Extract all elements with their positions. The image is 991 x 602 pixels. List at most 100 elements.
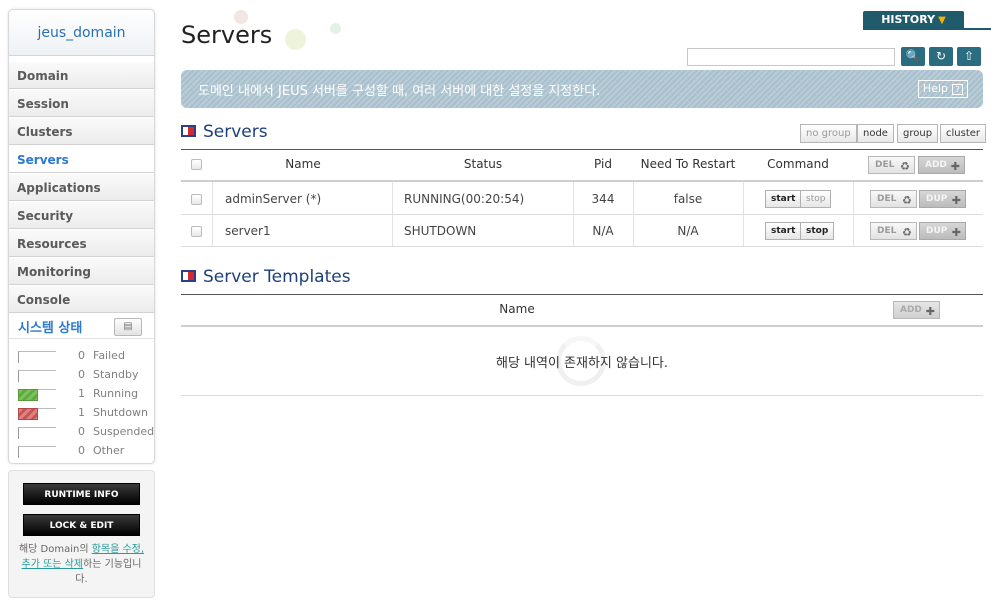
server-status: RUNNING(00:20:54)	[404, 192, 525, 206]
filter-cluster-button[interactable]: cluster	[940, 124, 987, 143]
status-row-shutdown: 1 Shutdown	[18, 406, 154, 425]
table-header-divider	[181, 325, 983, 327]
status-bar-shutdown	[18, 408, 56, 420]
row-del-button[interactable]: DEL ♻	[870, 190, 917, 208]
filter-group-button[interactable]: group	[897, 124, 939, 143]
status-bar-running	[18, 389, 56, 401]
sidebar-item-clusters[interactable]: Clusters	[9, 117, 154, 145]
column-header-restart: Need To Restart	[640, 157, 736, 171]
decorative-bubble	[330, 23, 341, 34]
del-label: DEL	[875, 160, 895, 170]
filter-no-group-button[interactable]: no group	[800, 124, 857, 143]
dup-label: DUP	[926, 226, 948, 236]
status-label: Standby	[93, 368, 139, 381]
column-divider	[212, 182, 213, 246]
stop-button[interactable]: stop	[800, 190, 832, 208]
row-divider	[181, 214, 983, 215]
status-label: Shutdown	[93, 406, 148, 419]
status-bar	[18, 427, 56, 439]
status-count: 0	[78, 368, 85, 381]
status-label: Suspended	[93, 425, 155, 438]
lock-edit-help: 해당 Domain의 항목을 수정, 추가 또는 삭제하는 기능입니다.	[9, 542, 154, 587]
server-name[interactable]: server1	[225, 224, 271, 238]
filter-node-button[interactable]: node	[857, 124, 894, 143]
sidebar-item-resources[interactable]: Resources	[9, 229, 154, 257]
stop-button[interactable]: stop	[800, 222, 835, 240]
sidebar-item-security[interactable]: Security	[9, 201, 154, 229]
server-status: SHUTDOWN	[404, 224, 477, 238]
table-top-border	[181, 149, 983, 150]
sidebar-actions: RUNTIME INFO LOCK & EDIT 해당 Domain의 항목을 …	[8, 470, 155, 598]
runtime-info-button[interactable]: RUNTIME INFO	[23, 483, 140, 505]
sidebar-item-domain[interactable]: Domain	[9, 61, 154, 89]
history-divider	[863, 28, 991, 30]
row-checkbox[interactable]	[191, 194, 202, 205]
select-all-checkbox[interactable]	[191, 159, 202, 170]
row-divider	[181, 246, 983, 247]
start-button[interactable]: start	[765, 222, 802, 240]
row-del-button[interactable]: DEL ♻	[870, 222, 917, 240]
sidebar-item-applications[interactable]: Applications	[9, 173, 154, 201]
header-add-button[interactable]: ADD ✚	[918, 156, 965, 174]
sidebar-item-servers[interactable]: Servers	[9, 145, 154, 173]
server-need-restart: N/A	[677, 224, 699, 238]
status-label: Failed	[93, 349, 125, 362]
header-del-button[interactable]: DEL ♻	[868, 156, 915, 174]
system-status-title: 시스템 상태	[18, 321, 83, 336]
start-button[interactable]: start	[765, 190, 802, 208]
sidebar-item-console[interactable]: Console	[9, 285, 154, 313]
column-divider	[853, 182, 854, 246]
plus-icon: ✚	[951, 194, 961, 207]
help-text-suffix: 하는 기능입니다.	[75, 559, 142, 585]
row-dup-button[interactable]: DUP ✚	[919, 222, 966, 240]
sidebar-item-session[interactable]: Session	[9, 89, 154, 117]
server-name[interactable]: adminServer (*)	[225, 192, 321, 206]
export-icon[interactable]: ⇧	[957, 47, 981, 66]
status-row-other: 0 Other	[18, 444, 154, 463]
status-label: Other	[93, 444, 125, 457]
column-header-pid: Pid	[594, 157, 612, 171]
column-divider	[392, 182, 393, 246]
help-label: Help	[922, 82, 948, 95]
page-title: Servers	[181, 21, 273, 49]
history-label: HISTORY	[881, 13, 936, 26]
column-header-name: Name	[285, 157, 321, 171]
description-banner: 도메인 내에서 JEUS 서버를 구성할 때, 여러 서버에 대한 설정을 지정…	[181, 70, 983, 108]
row-checkbox[interactable]	[191, 226, 202, 237]
trash-icon: ♻	[902, 194, 912, 207]
question-icon: ?	[952, 84, 963, 95]
plus-icon: ✚	[950, 160, 960, 173]
domain-name[interactable]: jeus_domain	[9, 10, 154, 56]
search-input[interactable]	[687, 48, 895, 66]
status-bar	[18, 351, 56, 363]
status-count: 1	[78, 387, 85, 400]
status-bar	[18, 370, 56, 382]
status-label: Running	[93, 387, 139, 400]
decorative-bubble	[285, 29, 306, 50]
templates-section-title: Server Templates	[203, 267, 351, 287]
status-row-suspended: 0 Suspended	[18, 425, 154, 444]
refresh-icon[interactable]: ↻	[929, 47, 953, 66]
status-count: 1	[78, 406, 85, 419]
row-dup-button[interactable]: DUP ✚	[919, 190, 966, 208]
history-button[interactable]: HISTORY ▼	[863, 11, 964, 28]
trash-icon: ♻	[902, 226, 912, 239]
help-text-prefix: 해당 Domain의	[18, 544, 92, 555]
table-bottom-border	[181, 395, 983, 396]
search-icon[interactable]: 🔍	[901, 47, 925, 66]
monitor-icon[interactable]: ▤	[114, 318, 142, 336]
lock-edit-button[interactable]: LOCK & EDIT	[23, 514, 140, 536]
plus-icon: ✚	[951, 226, 961, 239]
del-label: DEL	[877, 226, 897, 236]
section-flag-icon	[181, 125, 196, 137]
status-row-running: 1 Running	[18, 387, 154, 406]
server-pid: N/A	[592, 224, 614, 238]
system-status-header: 시스템 상태 ▤	[9, 313, 154, 339]
status-bar	[18, 446, 56, 458]
add-label: ADD	[900, 305, 922, 315]
sidebar-item-monitoring[interactable]: Monitoring	[9, 257, 154, 285]
column-header-name: Name	[499, 302, 535, 316]
sidebar-nav: Domain Session Clusters Servers Applicat…	[9, 61, 154, 313]
template-add-button[interactable]: ADD ✚	[893, 301, 940, 319]
help-button[interactable]: Help?	[917, 80, 968, 98]
